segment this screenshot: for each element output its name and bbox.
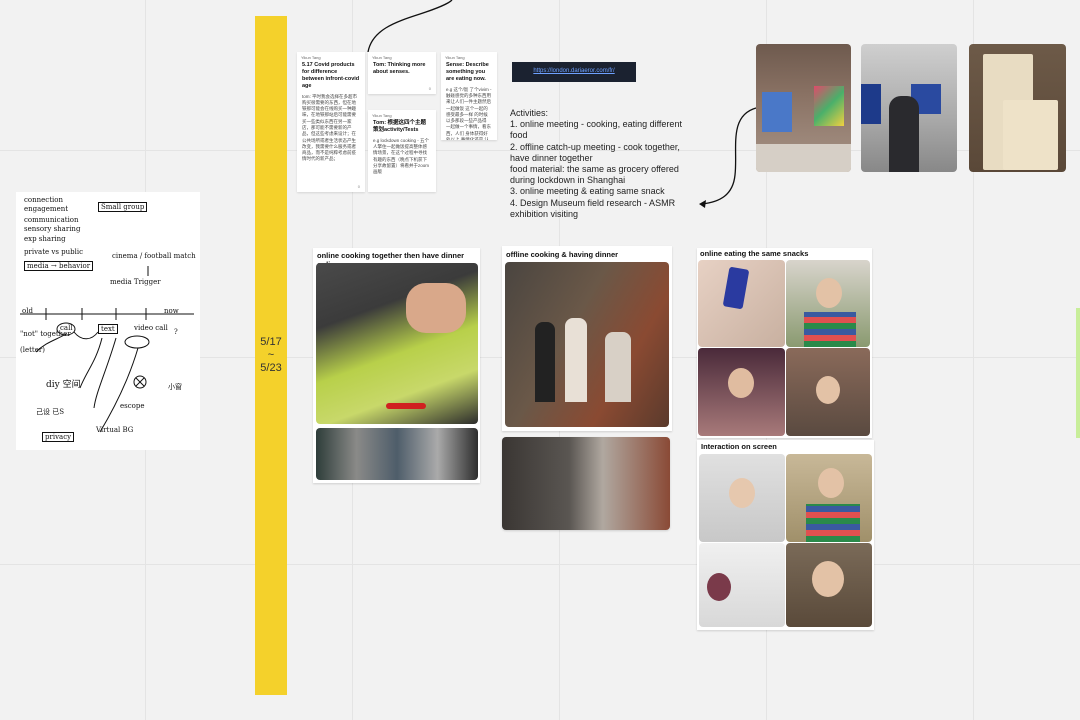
note-author: Yikun Tang [372,55,392,60]
artwork-shape [814,86,844,126]
sketch-strokes [20,266,194,433]
arrowhead [699,200,706,208]
person-shape [565,318,587,402]
note-author: Yikun Tang [372,113,392,118]
person-shape [605,332,631,402]
note-body: e.g lockdown cooking - 五个人擎住一起做饭提高整体感情场景… [373,137,430,175]
link-card[interactable]: https://london.dariaeror.com/fr/ [512,62,636,82]
group-title: Interaction on screen [701,442,777,451]
face-shape [707,573,731,601]
sign-shape [1003,100,1058,170]
connector-activities-to-photos [701,107,757,205]
exhibition-photo[interactable] [756,44,851,172]
activity-item: food material: the same as grocery offer… [510,164,679,186]
video-tile[interactable] [699,454,785,542]
note-comment-count: 0 [357,184,360,189]
timeline-start-date: 5/17 [260,336,282,348]
activity-item: 3. online meeting & eating same snack [510,186,665,197]
connector-top [367,0,453,53]
video-call-strip[interactable] [316,428,478,480]
activities-heading: Activities: [510,108,549,118]
face-shape [816,376,840,404]
group-title: online eating the same snacks [700,249,809,258]
note-title: Tom: 根据这四个主题策划activity/Tests [373,120,427,133]
screen-shape [762,92,792,132]
sketch-image: connection engagement Small group commun… [16,192,200,450]
shirt-shape [804,312,856,347]
sticky-note[interactable]: Yikun Tang Sense: Describe something you… [441,52,497,140]
video-tile[interactable] [786,543,872,627]
cooking-photo[interactable] [316,263,478,424]
face-shape [729,478,755,508]
exhibition-photo[interactable] [969,44,1066,172]
activity-item: 4. Design Museum field research - ASMR e… [510,197,676,219]
note-title: 5.17 Covid products for difference betwe… [302,62,360,89]
hand-shape [406,283,466,333]
video-tile[interactable] [698,260,785,347]
face-shape [818,468,844,498]
video-tile[interactable] [786,348,870,436]
shirt-shape [806,504,860,542]
note-body: tom: 平时我会选择在多超市购买很需要的东西，但在地铁那可能会在线购买一种趣味… [302,93,358,162]
timeline-tilde: ~ [267,349,275,361]
video-tile[interactable] [786,260,870,347]
timeline-end-date: 5/23 [260,362,282,374]
activity-item: 2. offline catch-up meeting - cook toget… [510,141,680,163]
photo-group-online-cooking: online cooking together then have dinner… [313,248,480,483]
snack-shape [722,266,750,310]
note-author: Yikun Tang [301,55,321,60]
face-shape [812,561,844,597]
note-title: Tom: Thinking more about senses. [373,62,426,75]
group-cooking-photo[interactable] [505,262,669,427]
note-comment-count: 0 [428,86,431,91]
group-title: offline cooking & having dinner [506,250,619,259]
link-url[interactable]: https://london.dariaeror.com/fr/ [512,62,636,74]
activities-text: Activities: 1. online meeting - cooking,… [510,108,700,220]
photo-group-online-snacks: online eating the same snacks [697,248,872,438]
floor-shape [756,144,851,172]
face-shape [816,278,842,308]
video-tile[interactable] [786,454,872,542]
sticky-note[interactable]: Yikun Tang 5.17 Covid products for diffe… [297,52,365,192]
screen-shape [861,84,881,124]
sticky-note[interactable]: Yikun Tang Tom: 根据这四个主题策划activity/Tests … [368,110,436,192]
note-title: Sense: Describe something you are eating… [446,62,489,82]
note-body: e.g 这个/饭 了个vivim - 触碰感觉的多种东西用来让人们一件主题然后一… [446,86,492,140]
note-author: Yikun Tang [445,55,465,60]
sticky-note[interactable]: Yikun Tang Tom: Thinking more about sens… [368,52,436,94]
video-tile[interactable] [699,543,785,627]
person-shape [889,96,919,172]
group-cooking-photo[interactable] [502,437,670,530]
exhibition-photo[interactable] [861,44,957,172]
activity-item: 1. online meeting - cooking, eating diff… [510,119,682,141]
photo-group-interaction: Interaction on screen [697,440,874,630]
face-shape [728,368,754,398]
scroll-indicator[interactable] [1076,308,1080,438]
video-tile[interactable] [698,348,785,436]
person-shape [535,322,555,402]
chili-shape [386,403,426,409]
photo-group-offline-cooking: offline cooking & having dinner [502,246,672,431]
